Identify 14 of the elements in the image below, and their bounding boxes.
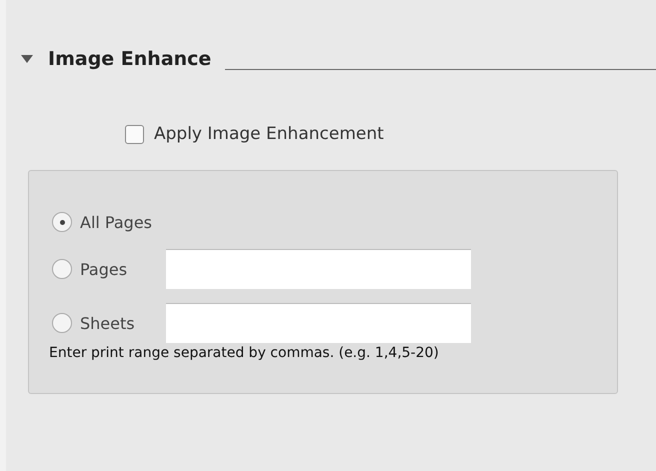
radio-button[interactable] <box>52 259 72 279</box>
checkbox[interactable] <box>125 124 144 144</box>
radio-label: All Pages <box>80 212 153 232</box>
input-field[interactable] <box>166 249 471 289</box>
checkbox-label: Apply Image Enhancement <box>154 124 384 144</box>
radio-label: Sheets <box>80 314 136 332</box>
section-title: Image Enhance <box>48 48 212 70</box>
input-field[interactable] <box>166 303 471 343</box>
radio-button[interactable] <box>52 212 72 232</box>
hint-text: Enter print range separated by commas. (e.g. 1,4,5-20) <box>49 345 440 361</box>
triangle-icon <box>20 54 34 64</box>
radio-label: Pages <box>80 260 128 278</box>
disclosure-triangle[interactable] <box>20 54 34 64</box>
radio-button[interactable] <box>52 313 72 333</box>
